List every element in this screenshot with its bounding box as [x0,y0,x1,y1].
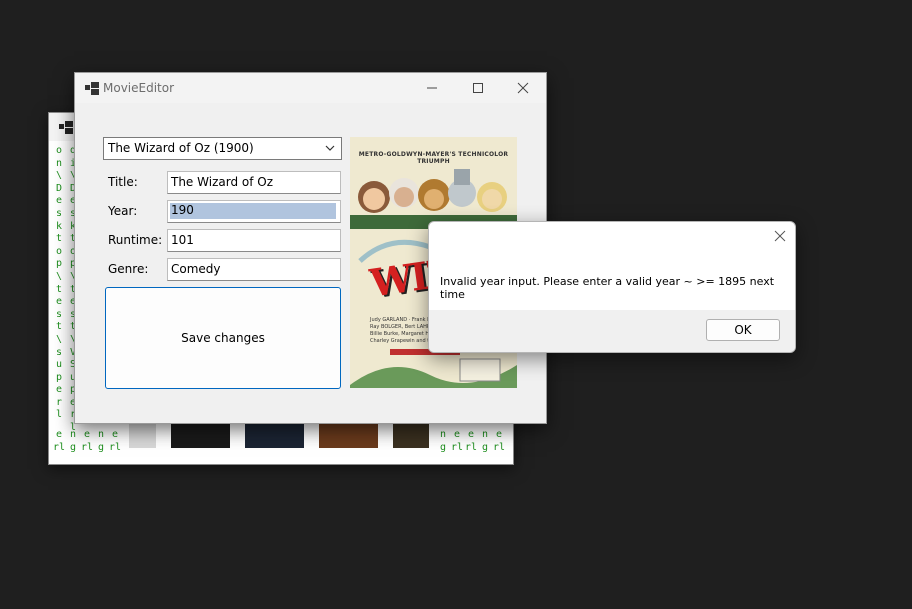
minimize-button[interactable] [409,73,455,103]
runtime-label: Runtime: [108,233,163,247]
runtime-field[interactable]: 101 [167,229,341,252]
close-icon [774,230,786,242]
console-text-bottom: e rl [465,429,477,453]
movie-thumbnail[interactable] [129,421,156,448]
ok-label: OK [734,323,752,337]
title-field-value: The Wizard of Oz [171,175,273,189]
movie-select-value: The Wizard of Oz (1900) [108,141,254,155]
movie-select[interactable]: The Wizard of Oz (1900) [103,137,342,160]
genre-field-value: Comedy [171,262,221,276]
runtime-field-value: 101 [171,233,194,247]
ok-button[interactable]: OK [706,319,780,341]
maximize-button[interactable] [455,73,501,103]
maximize-icon [473,83,483,93]
minimize-icon [427,87,437,89]
dialog-footer: OK [429,310,795,352]
title-field[interactable]: The Wizard of Oz [167,171,341,194]
dialog-message: Invalid year input. Please enter a valid… [440,275,775,301]
console-text-bottom: e rl [81,429,93,453]
title-label: Title: [108,175,138,189]
movie-thumbnail[interactable] [171,421,230,448]
console-text-bottom: e rl [493,429,505,453]
console-text-bottom: n g [481,429,489,453]
year-field-value: 190 [170,203,336,219]
close-icon [517,82,529,94]
year-label: Year: [108,204,138,218]
title-bar[interactable]: MovieEditor [75,73,546,103]
app-icon [85,82,99,95]
console-text-bottom: n g [97,429,105,453]
console-text-bottom: e rl [53,429,65,453]
movie-thumbnail[interactable] [319,421,378,448]
app-icon [59,121,73,134]
save-changes-button[interactable]: Save changes [105,287,341,389]
movie-thumbnail[interactable] [393,421,429,448]
movie-thumbnail[interactable] [245,421,304,448]
chevron-down-icon [325,145,335,151]
console-text-column: o n \ D e s k t o p \ t e s t \ s u p e … [55,145,63,421]
console-text-bottom: n g [69,429,77,453]
dialog-close-button[interactable] [771,227,789,245]
console-text-bottom: n g [439,429,447,453]
genre-field[interactable]: Comedy [167,258,341,281]
close-button[interactable] [500,73,546,103]
poster-characters-illustration [350,169,517,229]
window-title: MovieEditor [103,81,175,95]
error-dialog: Invalid year input. Please enter a valid… [428,221,796,353]
year-field[interactable]: 190 [167,200,341,223]
genre-label: Genre: [108,262,149,276]
console-text-bottom: e rl [451,429,463,453]
console-text-bottom: e rl [109,429,121,453]
save-changes-label: Save changes [181,331,265,345]
